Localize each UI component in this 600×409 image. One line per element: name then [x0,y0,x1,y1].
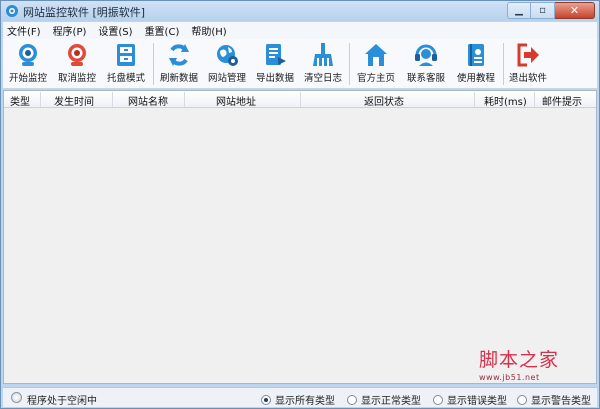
site-manage-button[interactable]: 网站管理 [203,42,251,86]
toolbar-label: 开始监控 [8,73,47,84]
webcam-icon [19,44,37,66]
toolbar-label: 清空日志 [303,73,342,84]
maximize-icon: ▫ [539,5,546,16]
watermark-text: 脚本之家 [479,349,560,371]
toolbar-label: 网站管理 [207,73,246,84]
col-site-name[interactable]: 网站名称 [128,93,168,108]
column-divider [534,92,535,107]
exit-button[interactable]: 退出软件 [506,42,550,86]
toolbar-separator [349,43,350,85]
column-divider [40,92,41,107]
col-type[interactable]: 类型 [10,93,30,108]
maximize-button[interactable]: ▫ [531,2,555,19]
app-logo-icon [6,5,18,17]
col-time[interactable]: 发生时间 [54,93,94,108]
app-window: 网站监控软件 [明振软件] ▁ ▫ ✕ 文件(F) 程序(P) 设置(S) 重置… [0,0,600,409]
window-controls: ▁ ▫ ✕ [507,2,595,19]
radio-label: 显示所有类型 [275,396,335,407]
minimize-icon: ▁ [515,5,523,16]
exit-icon [517,43,539,67]
toolbar-label: 托盘模式 [106,73,145,84]
filter-all-radio[interactable]: 显示所有类型 [261,392,335,407]
book-icon [468,44,484,66]
toolbar-label: 刷新数据 [159,73,198,84]
radio-label: 显示警告类型 [531,396,591,407]
status-bar: 程序处于空闲中 显示所有类型 显示正常类型 显示错误类型 显示警告类型 [3,387,597,407]
homepage-button[interactable]: 官方主页 [353,42,399,86]
close-icon: ✕ [569,4,580,17]
log-table[interactable]: 类型 发生时间 网站名称 网站地址 返回状态 耗时(ms) 邮件提示 [3,90,597,384]
refresh-icon [169,44,189,66]
radio-unselected-icon [517,394,527,405]
title-bar[interactable]: 网站监控软件 [明振软件] ▁ ▫ ✕ [1,1,599,21]
export-icon [266,44,286,65]
headset-icon [415,44,437,66]
watermark: 脚本之家 www.jb51.net [479,345,589,385]
clear-log-button[interactable]: 清空日志 [301,42,345,86]
menu-reset[interactable]: 重置(C) [145,23,180,38]
minimize-button[interactable]: ▁ [507,2,531,19]
column-divider [112,92,113,107]
col-site-url[interactable]: 网站地址 [216,93,256,108]
toolbar-label: 导出数据 [255,73,294,84]
broom-icon [313,43,333,66]
watermark-url: www.jb51.net [479,373,540,382]
tray-icon [117,44,135,66]
column-divider [474,92,475,107]
webcam-off-icon [68,44,86,66]
home-icon [365,44,387,66]
filter-error-radio[interactable]: 显示错误类型 [433,392,507,407]
menu-help[interactable]: 帮助(H) [191,23,226,38]
menu-settings[interactable]: 设置(S) [98,23,132,38]
column-divider [300,92,301,107]
table-header: 类型 发生时间 网站名称 网站地址 返回状态 耗时(ms) 邮件提示 [4,91,596,108]
close-button[interactable]: ✕ [555,2,595,19]
start-monitor-button[interactable]: 开始监控 [5,42,51,86]
window-title: 网站监控软件 [明振软件] [23,6,146,19]
filter-warning-radio[interactable]: 显示警告类型 [517,392,591,407]
contact-support-button[interactable]: 联系客服 [403,42,449,86]
toolbar-label: 退出软件 [508,73,547,84]
status-indicator-icon [11,392,22,403]
menu-bar: 文件(F) 程序(P) 设置(S) 重置(C) 帮助(H) [3,22,597,39]
toolbar: 开始监控 取消监控 托盘模式 刷新数据 网站管理 导出数据 清空日志 官方主页 … [3,39,597,89]
globe-settings-icon [217,45,238,66]
status-text: 程序处于空闲中 [27,396,97,407]
menu-file[interactable]: 文件(F) [7,23,41,38]
export-data-button[interactable]: 导出数据 [253,42,297,86]
toolbar-label: 取消监控 [57,73,96,84]
tray-mode-button[interactable]: 托盘模式 [103,42,149,86]
radio-label: 显示错误类型 [447,396,507,407]
refresh-data-button[interactable]: 刷新数据 [157,42,201,86]
tutorial-button[interactable]: 使用教程 [453,42,499,86]
col-email-alert[interactable]: 邮件提示 [542,93,582,108]
toolbar-separator [153,43,154,85]
column-divider [184,92,185,107]
radio-unselected-icon [433,394,443,405]
stop-monitor-button[interactable]: 取消监控 [55,42,99,86]
col-status[interactable]: 返回状态 [364,93,404,108]
toolbar-label: 官方主页 [356,73,395,84]
toolbar-label: 联系客服 [406,73,445,84]
radio-label: 显示正常类型 [361,396,421,407]
radio-unselected-icon [347,394,357,405]
toolbar-separator [503,43,504,85]
toolbar-label: 使用教程 [456,73,495,84]
radio-selected-icon [261,394,271,405]
col-elapsed[interactable]: 耗时(ms) [484,93,527,108]
menu-program[interactable]: 程序(P) [53,23,87,38]
filter-normal-radio[interactable]: 显示正常类型 [347,392,421,407]
